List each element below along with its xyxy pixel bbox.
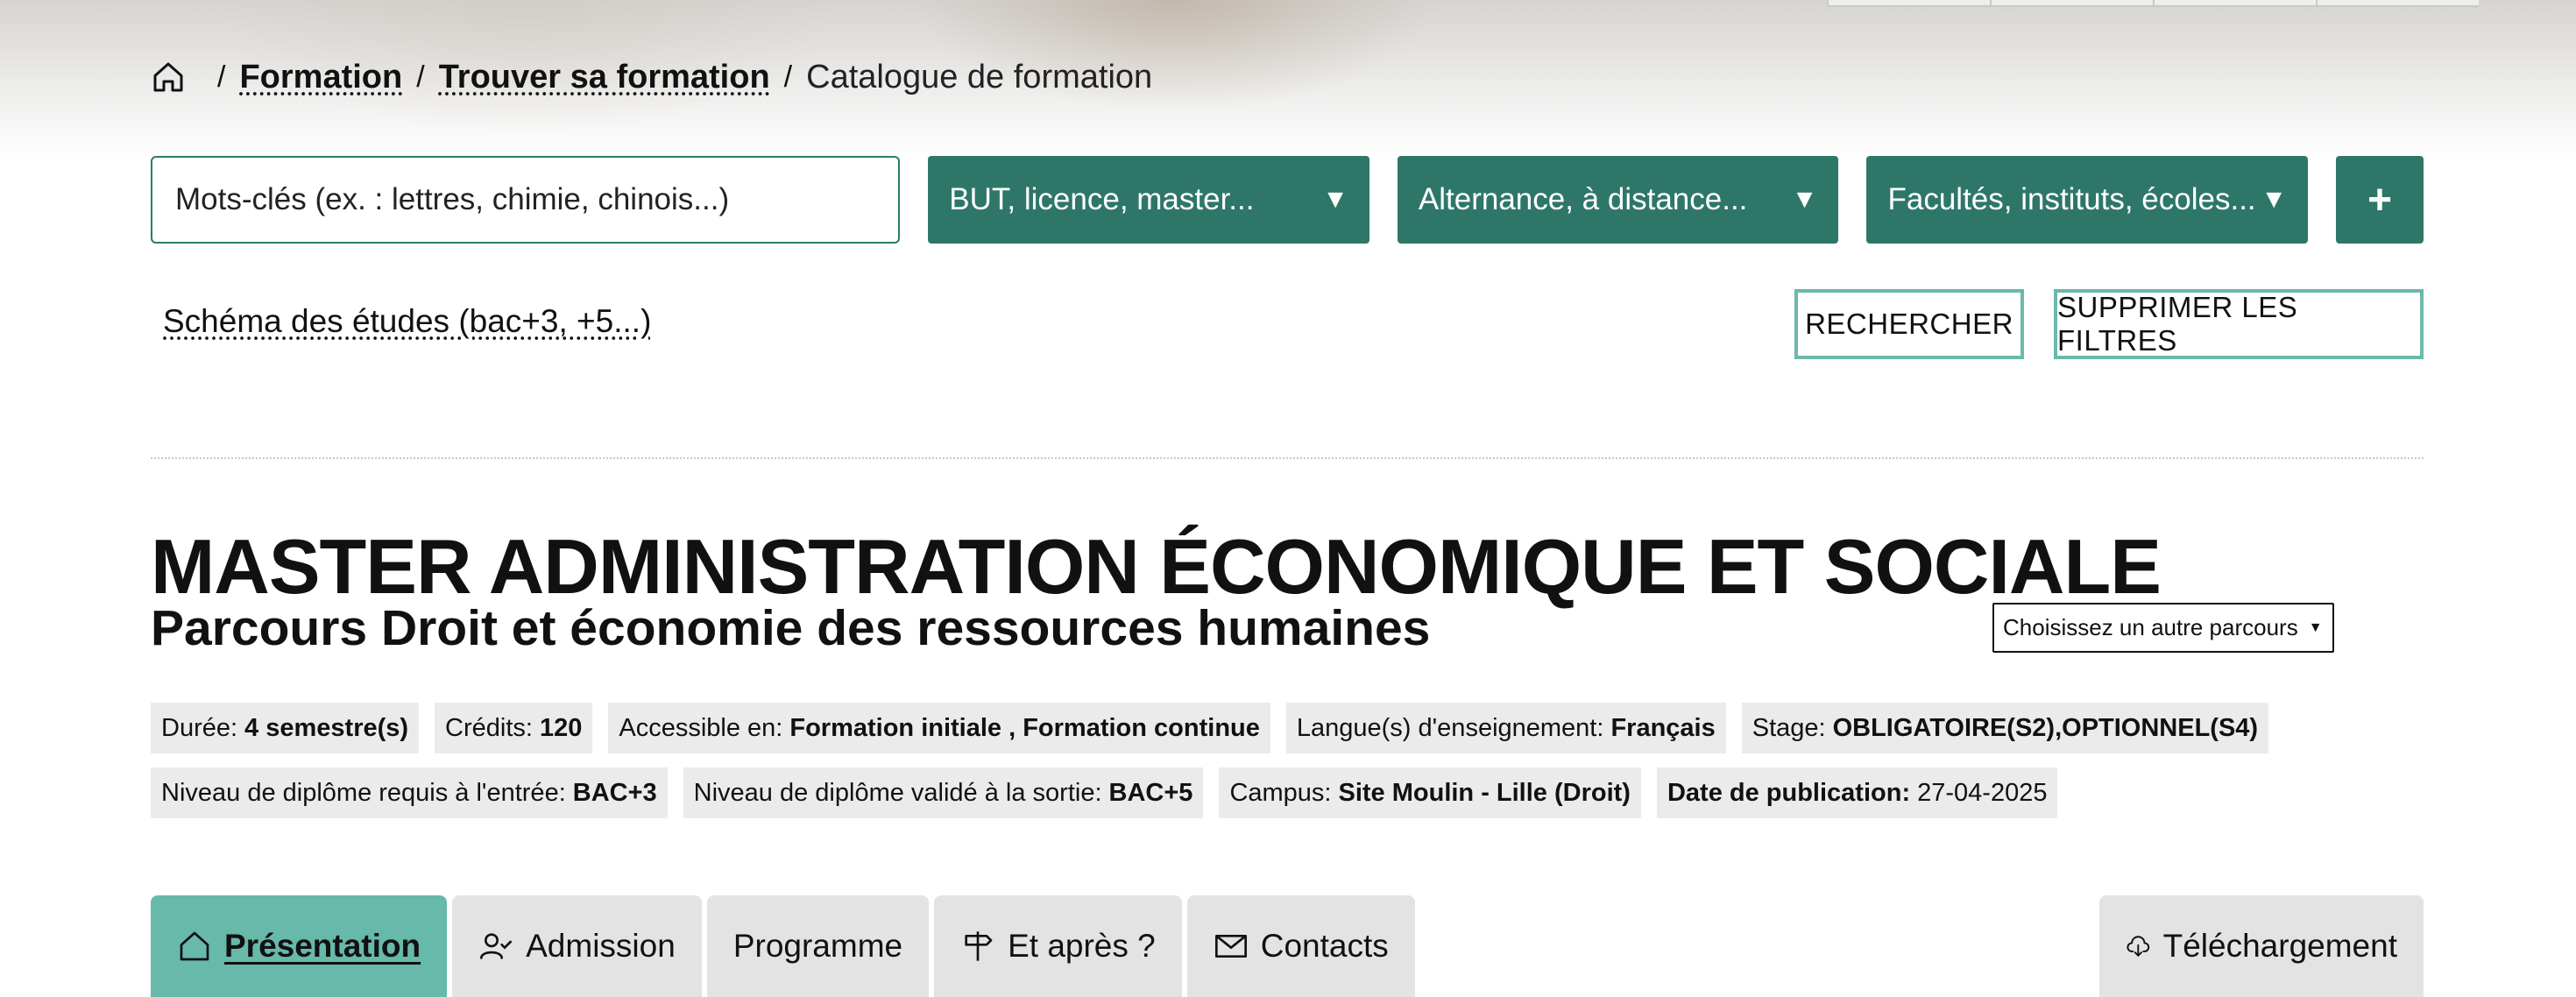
badge-label: Crédits: xyxy=(445,713,533,742)
badge-duration: Durée: 4 semestre(s) xyxy=(151,703,420,753)
envelope-icon xyxy=(1214,935,1247,958)
breadcrumb-separator: / xyxy=(416,60,425,94)
clear-filters-button[interactable]: SUPPRIMER LES FILTRES xyxy=(2054,289,2424,359)
badge-entry-level: Niveau de diplôme requis à l'entrée: BAC+… xyxy=(151,767,668,818)
divider xyxy=(151,457,2424,459)
badge-value: 120 xyxy=(539,713,583,742)
breadcrumb-separator: / xyxy=(217,60,226,94)
badge-access: Accessible en: Formation initiale , Forma… xyxy=(608,703,1270,753)
top-nav-stub xyxy=(2316,0,2479,7)
caret-down-icon: ▼ xyxy=(1322,185,1348,214)
badge-value: 4 semestre(s) xyxy=(244,713,409,742)
tab-label: Présentation xyxy=(224,928,421,964)
badge-language: Langue(s) d'enseignement: Français xyxy=(1285,703,1726,753)
parcours-select-label: Choisissez un autre parcours xyxy=(2003,614,2298,640)
caret-down-icon: ▼ xyxy=(2261,185,2288,214)
select-label: Facultés, instituts, écoles... xyxy=(1887,182,2256,216)
badge-value: BAC+3 xyxy=(572,778,657,807)
cloud-download-icon xyxy=(2127,936,2150,957)
tab-contacts[interactable]: Contacts xyxy=(1186,895,1415,997)
keywords-input[interactable] xyxy=(151,156,901,244)
badge-value: 27-04-2025 xyxy=(1917,778,2048,807)
page-subtitle: Parcours Droit et économie des ressource… xyxy=(151,600,1431,656)
home-icon xyxy=(180,931,209,961)
badge-label: Date de publication: xyxy=(1667,778,1911,807)
badge-value: Site Moulin - Lille (Droit) xyxy=(1338,778,1631,807)
badge-value: OBLIGATOIRE(S2),OPTIONNEL(S4) xyxy=(1832,713,2259,742)
tab-et-apres[interactable]: Et après ? xyxy=(934,895,1182,997)
badge-credits: Crédits: 120 xyxy=(435,703,593,753)
select-label: BUT, licence, master... xyxy=(949,182,1255,216)
badge-label: Accessible en: xyxy=(619,713,783,742)
info-badges-row: Durée: 4 semestre(s) Crédits: 120 Accessib… xyxy=(151,703,2429,753)
breadcrumb-link-trouver[interactable]: Trouver sa formation xyxy=(439,59,770,96)
tab-presentation[interactable]: Présentation xyxy=(151,895,448,997)
top-nav-stub xyxy=(1990,0,2153,7)
top-nav-stub xyxy=(2153,0,2316,7)
badge-label: Stage: xyxy=(1752,713,1826,742)
home-icon[interactable] xyxy=(151,60,186,95)
search-filters-row: BUT, licence, master... ▼ Alternance, à … xyxy=(151,156,2424,244)
user-check-icon xyxy=(480,933,513,959)
breadcrumb: / Formation / Trouver sa formation / Cat… xyxy=(151,53,1152,102)
caret-down-icon: ▼ xyxy=(2308,619,2323,635)
parcours-select[interactable]: Choisissez un autre parcours ▼ xyxy=(1992,603,2334,653)
top-nav-stubs xyxy=(1827,0,2479,7)
badge-value: BAC+5 xyxy=(1108,778,1193,807)
tab-label: Admission xyxy=(526,928,676,964)
badge-label: Durée: xyxy=(161,713,238,742)
badge-publication-date: Date de publication: 27-04-2025 xyxy=(1656,767,2058,818)
more-filters-button[interactable]: + xyxy=(2336,156,2424,244)
badge-label: Niveau de diplôme requis à l'entrée: xyxy=(161,778,566,807)
top-nav-stub xyxy=(1827,0,1990,7)
select-label: Alternance, à distance... xyxy=(1418,182,1748,216)
tab-label: Contacts xyxy=(1260,928,1389,964)
download-button[interactable]: Téléchargement xyxy=(2099,895,2424,997)
study-mode-select[interactable]: Alternance, à distance... ▼ xyxy=(1397,156,1839,244)
caret-down-icon: ▼ xyxy=(1791,185,1818,214)
download-label: Téléchargement xyxy=(2162,928,2397,964)
tab-label: Et après ? xyxy=(1008,928,1156,964)
search-button[interactable]: RECHERCHER xyxy=(1794,289,2024,359)
signpost-icon xyxy=(965,931,993,961)
badge-label: Langue(s) d'enseignement: xyxy=(1296,713,1604,742)
diploma-type-select[interactable]: BUT, licence, master... ▼ xyxy=(928,156,1369,244)
faculty-select[interactable]: Facultés, instituts, écoles... ▼ xyxy=(1866,156,2309,244)
tab-admission[interactable]: Admission xyxy=(452,895,702,997)
badge-value: Formation initiale , Formation continue xyxy=(789,713,1260,742)
badge-label: Campus: xyxy=(1229,778,1332,807)
program-tabs: Présentation Admission Programme Et aprè… xyxy=(151,895,1415,997)
breadcrumb-current: Catalogue de formation xyxy=(806,58,1153,95)
breadcrumb-separator: / xyxy=(783,60,793,94)
badge-value: Français xyxy=(1610,713,1716,742)
badge-exit-level: Niveau de diplôme validé à la sortie: BAC… xyxy=(683,767,1204,818)
badge-internship: Stage: OBLIGATOIRE(S2),OPTIONNEL(S4) xyxy=(1741,703,2269,753)
study-scheme-link[interactable]: Schéma des études (bac+3, +5...) xyxy=(163,303,651,340)
breadcrumb-link-formation[interactable]: Formation xyxy=(239,59,402,96)
tab-label: Programme xyxy=(732,928,903,964)
info-badges-row: Niveau de diplôme requis à l'entrée: BAC+… xyxy=(151,767,2429,818)
tab-programme[interactable]: Programme xyxy=(706,895,930,997)
badge-campus: Campus: Site Moulin - Lille (Droit) xyxy=(1219,767,1641,818)
page-title: MASTER ADMINISTRATION ÉCONOMIQUE ET SOCI… xyxy=(151,523,2162,610)
badge-label: Niveau de diplôme validé à la sortie: xyxy=(693,778,1102,807)
